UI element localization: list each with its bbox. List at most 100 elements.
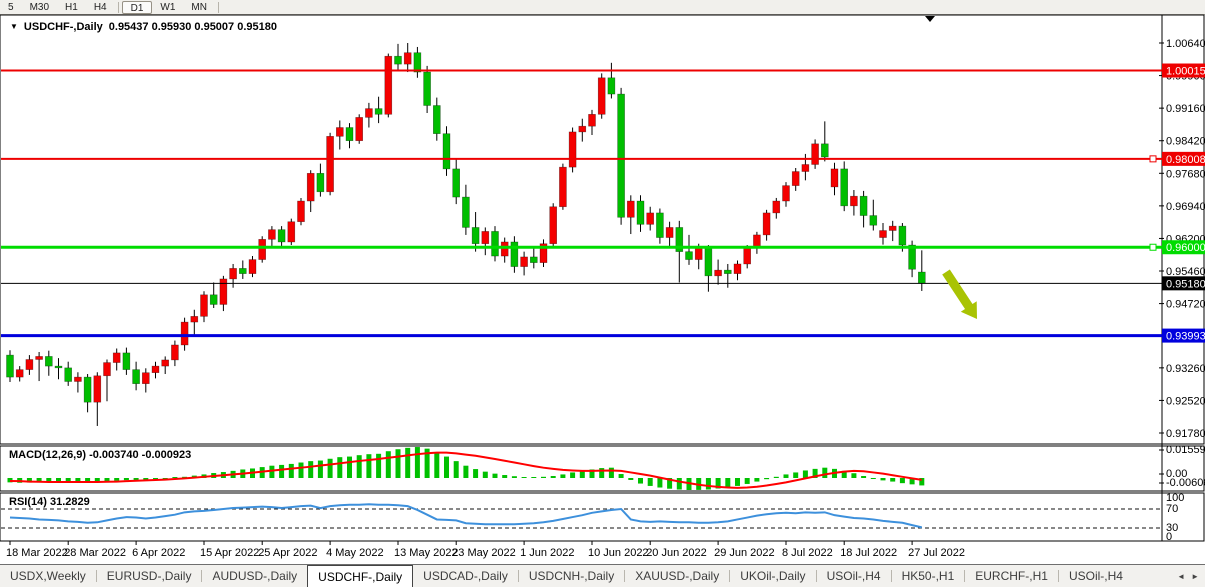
chart-tab-usdxweekly[interactable]: USDX,Weekly [0,565,96,587]
line-price-tag-text: 0.98008 [1166,154,1205,166]
shift-marker-icon[interactable] [925,16,935,22]
candle-body [491,231,499,257]
candle-body [297,200,305,223]
candle-body [733,263,742,274]
candle-body [471,227,480,245]
chart-title: ▼ USDCHF-,Daily 0.95437 0.95930 0.95007 … [10,21,277,33]
chart-tab-usdcaddaily[interactable]: USDCAD-,Daily [413,565,518,587]
rsi-axis-label: 0 [1166,531,1172,543]
candle-body [180,321,189,346]
chart-tab-usdchfdaily[interactable]: USDCHF-,Daily [307,565,414,587]
candle-body [268,229,276,240]
price-axis-label: 0.95460 [1166,266,1205,278]
candle-body [316,172,325,193]
price-axis[interactable]: 1.006400.999000.991600.984200.976800.969… [1159,38,1205,440]
price-axis-label: 0.93260 [1166,363,1205,375]
candle-body [685,251,693,260]
candle-body [452,168,461,198]
line-price-tag-text: 0.96000 [1166,242,1205,254]
macd-indicator-label: MACD(12,26,9) -0.003740 -0.000923 [9,449,192,461]
chart-tab-hk50h1[interactable]: HK50-,H1 [892,565,965,587]
candle-body [190,316,199,323]
candle-body [791,171,800,186]
price-axis-label: 0.96940 [1166,201,1205,213]
candle-body [665,227,674,238]
candle-body [93,375,102,403]
chart-tab-usdcnhdaily[interactable]: USDCNH-,Daily [519,565,624,587]
sell-arrow-object[interactable] [942,269,977,320]
time-axis-label: 29 Jun 2022 [714,547,775,559]
candle-body [743,247,752,265]
candle-body [646,212,655,225]
candle-body [122,352,131,370]
candle-body [219,278,228,305]
time-axis[interactable]: 18 Mar 202228 Mar 2022 6 Apr 2022 15 Apr 2… [6,541,965,559]
rsi-axis-label: 70 [1166,503,1178,515]
candle-body [898,225,907,246]
candle-body [888,225,897,231]
price-axis-label: 0.94720 [1166,299,1205,311]
candle-body [626,200,635,218]
chart-tab-usoilh4[interactable]: USOil-,H4 [817,565,891,587]
candle-body [840,168,849,207]
candle-body [578,125,587,133]
candle-body [481,231,490,245]
chart-tab-usoilh4[interactable]: USOil-,H4 [1059,565,1133,587]
time-axis-label: 13 May 2022 [394,547,458,559]
time-axis-label: 20 Jun 2022 [646,547,707,559]
candle-body [200,294,208,317]
chart-tab-xauusddaily[interactable]: XAUUSD-,Daily [625,565,729,587]
line-price-tag-text: 1.00015 [1166,66,1205,78]
ohlc-values: 0.95437 0.95930 0.95007 0.95180 [108,21,277,33]
candle-body [879,230,887,238]
candle-body [103,362,111,377]
time-axis-label: 6 Apr 2022 [132,547,185,559]
candle-body [306,172,315,202]
candle-body [520,256,528,267]
candle-body [403,52,412,65]
time-axis-label: 8 Jul 2022 [782,547,833,559]
chart-tab-eurchfh1[interactable]: EURCHF-,H1 [965,565,1058,587]
candle-body [142,372,150,384]
candle-body [607,77,616,95]
line-handle[interactable] [1149,243,1157,251]
candle-body [850,195,858,207]
candle-body [442,133,451,170]
candle-body [830,168,839,188]
time-axis-label: 1 Jun 2022 [520,547,574,559]
bid-price-tag-text: 0.95180 [1166,278,1205,290]
time-axis-label: 18 Mar 2022 [6,547,68,559]
candle-body [83,376,92,403]
candle-body [248,259,257,274]
chevron-down-icon[interactable]: ▼ [10,22,18,31]
price-axis-label: 0.91780 [1166,428,1205,440]
time-axis-label: 27 Jul 2022 [908,547,965,559]
candle-body [656,212,664,238]
candle-body [723,269,732,274]
candle-body [74,376,82,382]
candle-body [510,241,519,267]
candle-body [529,256,538,263]
chart-tab-ukoildaily[interactable]: UKOil-,Daily [730,565,815,587]
tab-scroll-right-icon[interactable]: ► [1191,572,1199,581]
candle-body [64,367,72,382]
candle-body [326,136,334,193]
symbol-period-label: USDCHF-,Daily [23,21,103,33]
price-axis-label: 0.97680 [1166,168,1205,180]
chart-tab-eurusddaily[interactable]: EURUSD-,Daily [97,565,202,587]
symbol-tab-bar: USDX,Weekly EURUSD-,Daily AUDUSD-,Daily USD… [0,564,1205,587]
candle-body [423,71,431,106]
price-axis-label: 0.99160 [1166,103,1205,115]
tab-scroll-left-icon[interactable]: ◄ [1177,572,1185,581]
candle-body [617,93,625,218]
candle-body [869,215,878,226]
candle-body [432,105,441,134]
candle-body [229,268,237,280]
candlestick-series [6,43,926,426]
line-handle[interactable] [1149,155,1157,163]
candle-body [374,108,383,115]
macd-axis-label: -0.0060605 [1166,477,1205,489]
candle-body [171,344,179,361]
chart-tab-audusddaily[interactable]: AUDUSD-,Daily [202,565,307,587]
candle-body [714,269,722,277]
